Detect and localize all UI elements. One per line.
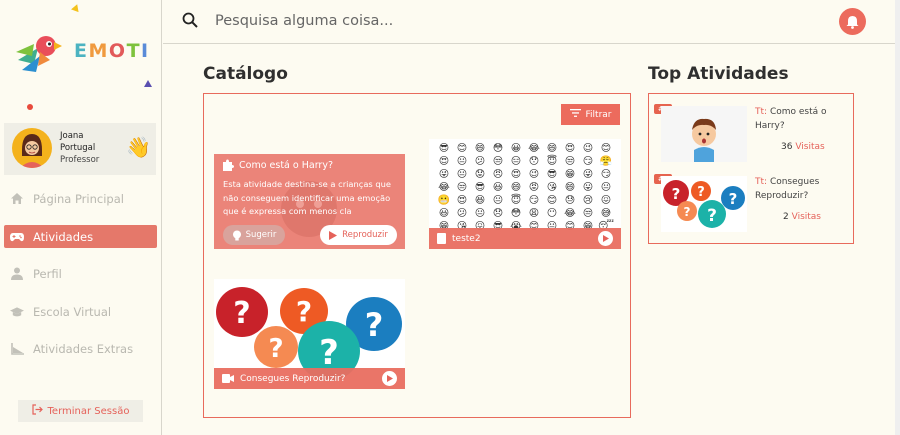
top-activities-title: Top Atividades (648, 64, 789, 84)
suggest-button[interactable]: Sugerir (223, 225, 285, 245)
logout-label: Terminar Sessão (47, 405, 130, 417)
home-icon (10, 192, 24, 206)
waving-hand-icon: 👋 (126, 135, 151, 159)
play-icon (386, 375, 393, 382)
top-item-title[interactable]: Tt: Consegues Reproduzir? (755, 175, 847, 203)
emoti-logo[interactable]: EMOTI (14, 30, 154, 76)
play-button[interactable] (382, 371, 397, 386)
visit-label: Visitas (791, 212, 821, 222)
puzzle-icon (223, 159, 234, 171)
logo-letter: O (108, 40, 127, 62)
play-icon (602, 235, 609, 242)
sidebar-item-atividades-extras[interactable]: Atividades Extras (4, 337, 157, 360)
play-button[interactable]: Reproduzir (320, 225, 397, 245)
play-label: Reproduzir (342, 230, 388, 240)
filter-button[interactable]: Filtrar (561, 104, 620, 125)
sidebar-item-label: Perfil (33, 266, 62, 281)
decoration-triangle (71, 2, 81, 13)
suggest-label: Sugerir (245, 230, 277, 240)
top-item-title[interactable]: Tt: Como está o Harry? (755, 105, 847, 133)
catalog-title: Catálogo (203, 64, 288, 84)
card-title-text: teste2 (452, 233, 481, 244)
document-icon (437, 233, 446, 244)
catalog-panel: Filtrar Como está o Harry? Esta atividad… (203, 93, 631, 418)
user-card[interactable]: Joana Portugal Professor 👋 (4, 123, 156, 175)
svg-text:?: ? (729, 190, 738, 208)
visit-label: Visitas (795, 142, 825, 152)
sidebar-item-label: Atividades (33, 229, 94, 244)
sidebar-item-label: Página Principal (33, 191, 124, 206)
svg-text:?: ? (296, 295, 312, 328)
activity-card-teste2[interactable]: 😎 😊 😄 😳 😀 😂 😄 😍 😉 😊 😍 😐 😕 😒 😑 😯 😇 😒 😏 😤 😜 😐 😟 😠 😍 😉 😎 😁 😜 😏 😂 😒 😎 😃 😄 😡 😘… (429, 139, 621, 249)
svg-text:?: ? (233, 296, 250, 331)
svg-text:?: ? (319, 333, 339, 373)
logo-letter: E (74, 40, 89, 62)
logo-letter: M (88, 40, 109, 62)
logo-letter: T (126, 40, 142, 62)
card-title-text: Consegues Reproduzir? (240, 373, 346, 384)
sidebar-item-escola-virtual[interactable]: Escola Virtual (4, 300, 157, 323)
sidebar-item-pagina-principal[interactable]: Página Principal (4, 187, 157, 210)
parrot-icon (16, 36, 62, 72)
card-title: Como está o Harry? (222, 159, 333, 171)
sidebar-item-atividades[interactable]: Atividades (4, 225, 157, 248)
video-icon (222, 374, 234, 383)
filter-label: Filtrar (585, 109, 612, 120)
decoration-triangle (144, 80, 152, 87)
logout-icon (31, 404, 43, 418)
title-prefix: Tt: (755, 177, 768, 187)
sidebar-item-perfil[interactable]: Perfil (4, 262, 157, 285)
search-icon (182, 12, 198, 32)
logo-text: EMOTI (74, 40, 150, 62)
chart-icon (10, 342, 24, 356)
card-title-text: Como está o Harry? (239, 159, 333, 171)
svg-text:?: ? (684, 205, 691, 219)
person-icon (10, 267, 24, 281)
svg-text:?: ? (707, 206, 717, 226)
svg-text:?: ? (672, 185, 681, 203)
user-name: Joana Portugal (60, 131, 96, 153)
top-activities-panel: #1 Tt: Como está o Harry? 36 Visitas #2 … (648, 93, 854, 244)
visit-count: 2 Visitas (783, 212, 821, 222)
top-item-thumbnail[interactable] (661, 106, 747, 162)
notifications-button[interactable] (839, 8, 866, 35)
search-input[interactable] (215, 8, 775, 34)
avatar (12, 128, 52, 168)
question-marks-illustration: ? ? ? ? ? (661, 176, 747, 232)
visit-count: 36 Visitas (781, 142, 825, 152)
top-item-thumbnail[interactable]: ? ? ? ? ? (661, 176, 747, 232)
decoration-dot (27, 104, 33, 110)
play-button[interactable] (598, 231, 613, 246)
title-prefix: Tt: (755, 107, 768, 117)
scrollbar[interactable] (895, 0, 900, 435)
card-title-bar: teste2 (429, 228, 621, 249)
visit-number: 36 (781, 142, 793, 152)
user-role: Professor (60, 155, 100, 165)
emoji-grid-thumbnail: 😎 😊 😄 😳 😀 😂 😄 😍 😉 😊 😍 😐 😕 😒 😑 😯 😇 😒 😏 😤 😜 😐 😟 😠 😍 😉 😎 😁 😜 😏 😂 😒 😎 😃 😄 😡 😘… (437, 143, 615, 232)
visit-number: 2 (783, 212, 789, 222)
svg-text:?: ? (268, 334, 283, 364)
play-icon (329, 230, 338, 240)
graduation-cap-icon (10, 305, 24, 319)
bell-icon (846, 15, 859, 29)
svg-text:?: ? (365, 306, 384, 344)
svg-text:?: ? (697, 185, 705, 200)
harry-boy-illustration (661, 106, 747, 162)
logo-letter: I (141, 40, 150, 62)
top-bar (163, 0, 896, 44)
sidebar-item-label: Escola Virtual (33, 304, 112, 319)
gamepad-icon (10, 230, 24, 244)
logout-button[interactable]: Terminar Sessão (18, 400, 143, 422)
card-title-bar: Consegues Reproduzir? (214, 368, 405, 389)
card-description: Esta atividade destina-se a crianças que… (223, 179, 391, 216)
activity-card-consegues-reproduzir[interactable]: ? ? ? ? ? Consegues Reproduzir? (214, 279, 405, 389)
sidebar-item-label: Atividades Extras (33, 341, 134, 356)
filter-icon (569, 109, 581, 120)
lightbulb-icon (232, 230, 241, 240)
sidebar: EMOTI Joana Portugal Professor 👋 Página … (0, 0, 162, 435)
activity-card-harry[interactable]: Como está o Harry? Esta atividade destin… (214, 154, 405, 249)
